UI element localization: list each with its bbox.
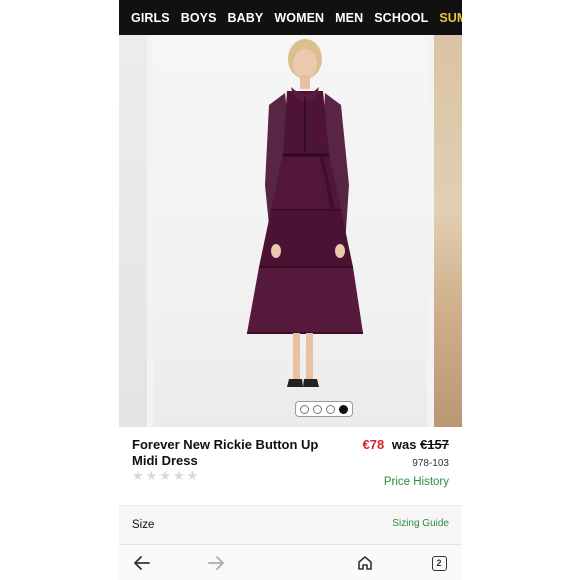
- forward-button[interactable]: [205, 553, 227, 573]
- price: €78 was €157: [363, 437, 449, 452]
- gallery-dot-1[interactable]: [300, 404, 309, 414]
- tab-count-icon: 2: [431, 555, 447, 571]
- category-nav: GIRLS BOYS BABY WOMEN MEN SCHOOL SUMM: [119, 0, 462, 35]
- product-info: Forever New Rickie Button Up Midi Dress …: [119, 427, 462, 505]
- price-history-link[interactable]: Price History: [384, 476, 449, 488]
- nav-men[interactable]: MEN: [335, 11, 363, 25]
- next-product-image[interactable]: [434, 35, 462, 427]
- previous-price: was €157: [392, 437, 449, 452]
- nav-girls[interactable]: GIRLS: [131, 11, 170, 25]
- product-image-gallery[interactable]: [119, 35, 462, 427]
- gallery-pagination: [295, 401, 353, 417]
- sizing-guide-link[interactable]: Sizing Guide: [392, 518, 449, 529]
- product-image[interactable]: [153, 35, 427, 427]
- star-icon: ★: [172, 468, 185, 483]
- previous-price-prefix: was: [391, 437, 417, 452]
- size-section: Size Sizing Guide: [119, 506, 462, 544]
- browser-toolbar: 2: [119, 544, 462, 580]
- gallery-dot-4-active[interactable]: [339, 404, 348, 414]
- previous-price-value: €157: [420, 437, 449, 452]
- product-sku: 978-103: [412, 458, 449, 469]
- tabs-button[interactable]: 2: [428, 553, 450, 573]
- size-label: Size: [132, 519, 155, 531]
- nav-school[interactable]: SCHOOL: [374, 11, 428, 25]
- rating-stars[interactable]: ★ ★ ★ ★ ★: [132, 469, 198, 482]
- arrow-left-icon: [134, 556, 150, 570]
- star-icon: ★: [145, 468, 158, 483]
- mobile-browser-view: GIRLS BOYS BABY WOMEN MEN SCHOOL SUMM: [119, 0, 462, 580]
- star-icon: ★: [132, 468, 144, 483]
- star-icon: ★: [186, 468, 199, 483]
- gallery-dot-3[interactable]: [326, 404, 335, 414]
- back-button[interactable]: [131, 553, 153, 573]
- arrow-right-icon: [208, 556, 224, 570]
- previous-product-image[interactable]: [119, 35, 147, 427]
- product-title: Forever New Rickie Button Up Midi Dress: [132, 437, 319, 468]
- nav-women[interactable]: WOMEN: [274, 11, 324, 25]
- home-button[interactable]: [354, 553, 376, 573]
- star-icon: ★: [159, 468, 171, 483]
- gallery-dot-2[interactable]: [313, 404, 322, 414]
- model-in-dress-illustration: [247, 39, 363, 387]
- nav-baby[interactable]: BABY: [228, 11, 264, 25]
- current-price: €78: [362, 437, 385, 452]
- nav-boys[interactable]: BOYS: [181, 11, 217, 25]
- screenshot-frame: GIRLS BOYS BABY WOMEN MEN SCHOOL SUMM: [0, 0, 580, 580]
- home-icon: [358, 556, 372, 570]
- nav-summer[interactable]: SUMM: [439, 11, 462, 25]
